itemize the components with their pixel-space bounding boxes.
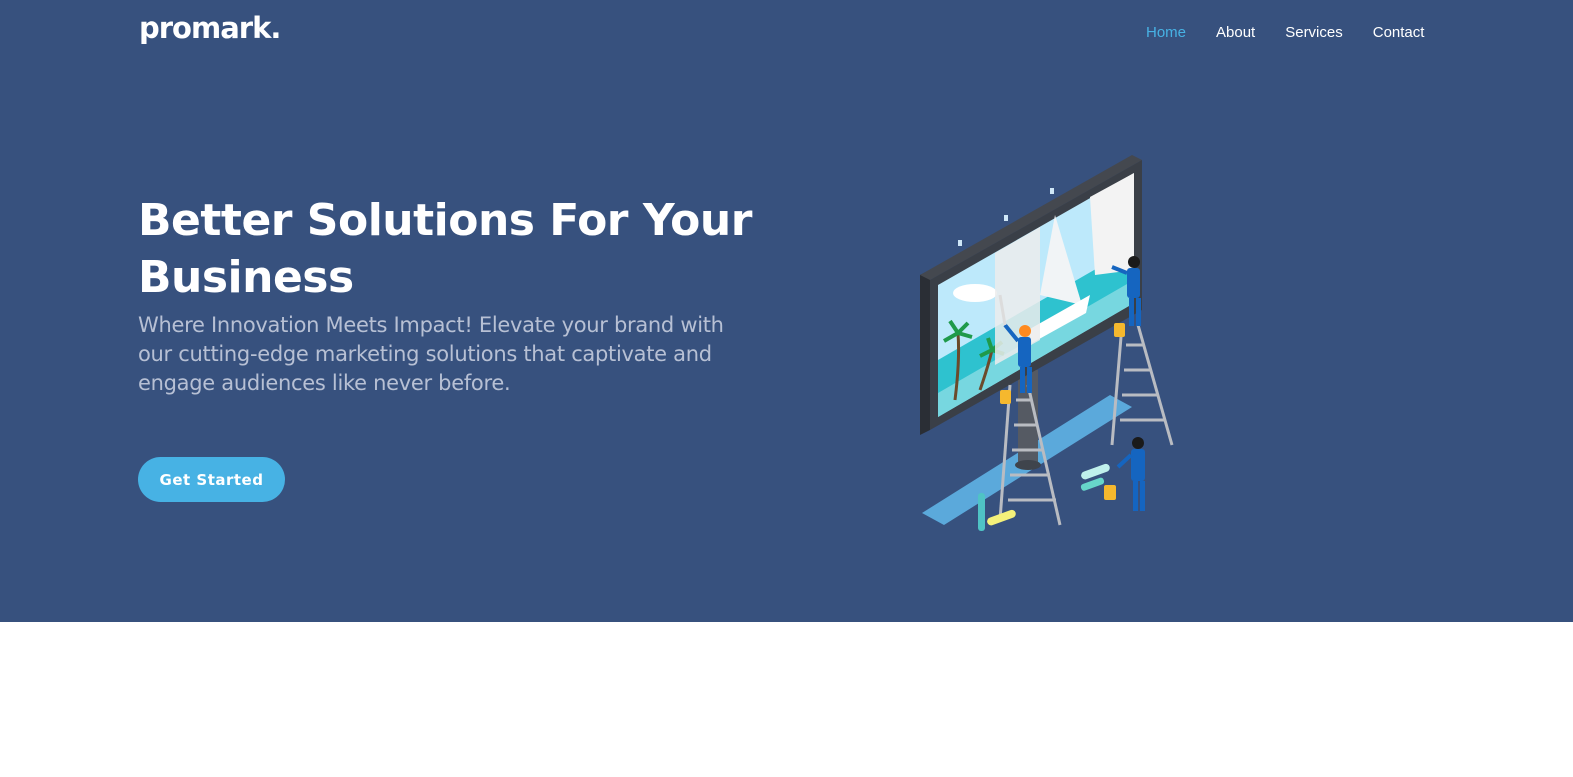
get-started-button[interactable]: Get Started — [138, 457, 285, 502]
billboard-painters-illustration — [900, 145, 1190, 549]
nav-item-contact[interactable]: Contact — [1373, 24, 1425, 41]
pole-base — [1015, 460, 1041, 470]
main-nav: Home About Services Contact — [1146, 24, 1424, 41]
painter-figure-ground — [1116, 437, 1145, 511]
brand-logo[interactable]: promark. — [139, 11, 281, 45]
paint-bucket-top — [1114, 323, 1125, 337]
billboard-illustration-graphic — [920, 155, 1174, 531]
ladder-right — [1110, 324, 1174, 446]
hero-subtitle: Where Innovation Meets Impact! Elevate y… — [138, 313, 724, 395]
poster-cloud — [953, 284, 997, 302]
paint-roll-3 — [1081, 463, 1110, 480]
nav-item-services[interactable]: Services — [1285, 24, 1343, 41]
billboard-side — [920, 270, 930, 435]
nav-item-about[interactable]: About — [1216, 24, 1255, 41]
paint-bucket-middle — [1000, 390, 1011, 404]
hero-section: promark. Home About Services Contact Bet… — [0, 0, 1573, 622]
billboard-lamp-2 — [1004, 215, 1008, 221]
billboard-lamp-3 — [1050, 188, 1054, 194]
paint-roll-1 — [978, 493, 985, 531]
billboard-lamp-1 — [958, 240, 962, 246]
nav-item-home[interactable]: Home — [1146, 24, 1186, 41]
paint-bucket-ground — [1104, 485, 1116, 500]
hero-title: Better Solutions For Your Business — [138, 195, 752, 303]
